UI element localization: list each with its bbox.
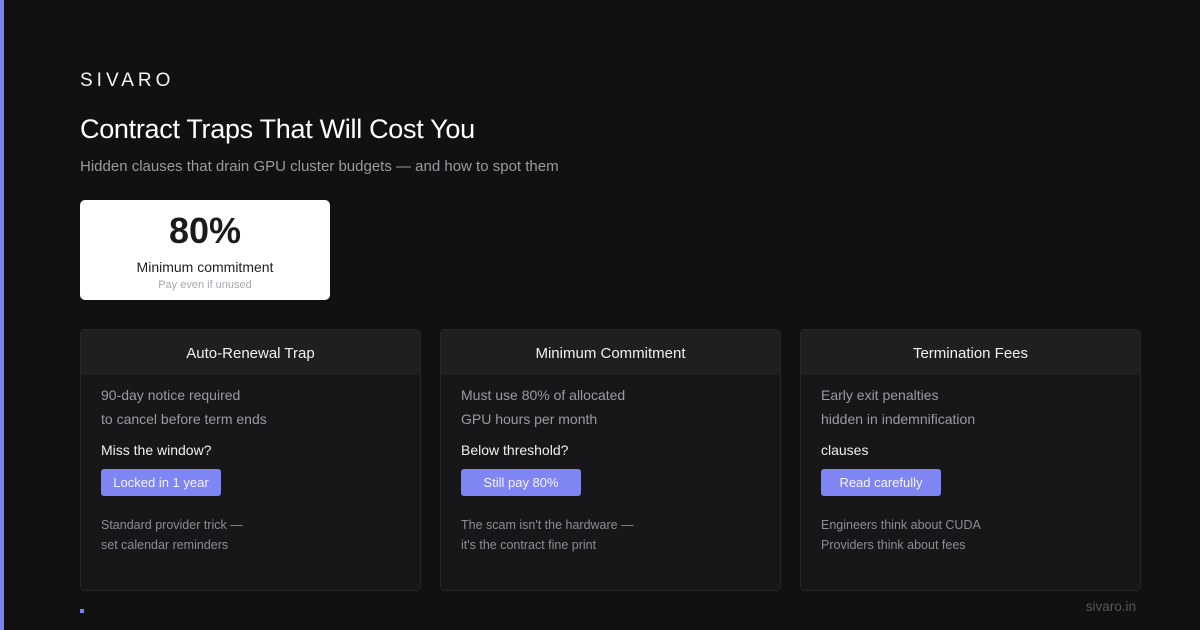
card-title: Termination Fees bbox=[801, 330, 1140, 375]
card-minimum-commitment: Minimum Commitment Must use 80% of alloc… bbox=[440, 329, 781, 591]
page-subtitle: Hidden clauses that drain GPU cluster bu… bbox=[80, 158, 559, 175]
card-detail-line: to cancel before term ends bbox=[101, 411, 267, 427]
card-title: Minimum Commitment bbox=[441, 330, 780, 375]
brand-logo: SIVARO bbox=[80, 70, 175, 91]
page-title: Contract Traps That Will Cost You bbox=[80, 114, 475, 144]
card-detail-line: GPU hours per month bbox=[461, 411, 598, 427]
card-footnote: it's the contract fine print bbox=[461, 538, 597, 552]
still-pay-button[interactable]: Still pay 80% bbox=[461, 469, 581, 496]
footer-url[interactable]: sivaro.in bbox=[1086, 599, 1136, 614]
card-detail-line: hidden in indemnification bbox=[821, 411, 976, 427]
card-footnote: Engineers think about CUDA bbox=[821, 518, 981, 532]
card-termination-fees: Termination Fees Early exit penalties hi… bbox=[800, 329, 1141, 591]
card-question: Miss the window? bbox=[101, 442, 212, 458]
card-footnote: Providers think about fees bbox=[821, 538, 966, 552]
read-carefully-button[interactable]: Read carefully bbox=[821, 469, 941, 496]
card-title: Auto-Renewal Trap bbox=[81, 330, 420, 375]
footer-dot bbox=[80, 609, 84, 613]
card-detail-line: Early exit penalties bbox=[821, 387, 939, 403]
locked-in-button[interactable]: Locked in 1 year bbox=[101, 469, 221, 496]
card-detail-line: 90-day notice required bbox=[101, 387, 241, 403]
stat-label: Minimum commitment bbox=[136, 259, 274, 275]
stat-value: 80% bbox=[168, 210, 242, 251]
card-footnote: The scam isn't the hardware — bbox=[461, 518, 634, 532]
stat-card: 80% Minimum commitment Pay even if unuse… bbox=[80, 200, 330, 300]
card-detail-line: Must use 80% of allocated bbox=[461, 387, 626, 403]
stat-note: Pay even if unused bbox=[158, 279, 252, 291]
card-auto-renewal: Auto-Renewal Trap 90-day notice required… bbox=[80, 329, 421, 591]
accent-bar bbox=[0, 0, 4, 630]
card-footnote: set calendar reminders bbox=[101, 538, 229, 552]
card-footnote: Standard provider trick — bbox=[101, 518, 243, 532]
card-question: clauses bbox=[821, 442, 869, 458]
card-question: Below threshold? bbox=[461, 442, 569, 458]
